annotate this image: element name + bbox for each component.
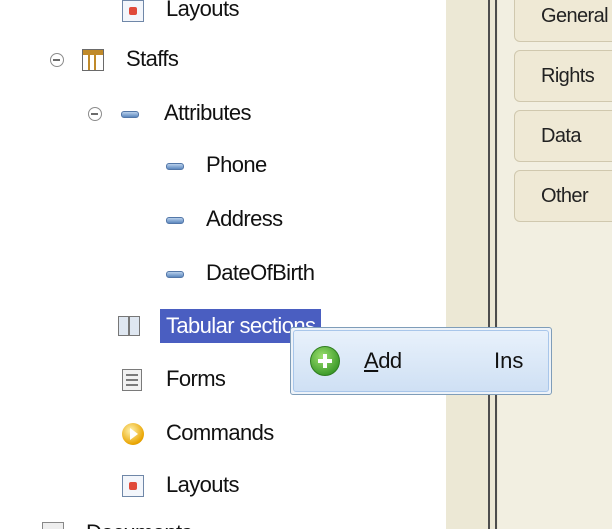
context-menu: Add Ins xyxy=(290,327,552,395)
splitter-line xyxy=(495,0,497,529)
menu-item-label: Add xyxy=(364,348,402,374)
tree-item-label: Attributes xyxy=(164,100,252,125)
attribute-icon xyxy=(166,163,184,170)
menu-item-shortcut: Ins xyxy=(494,348,524,373)
tree-item-layouts[interactable]: Layouts xyxy=(122,466,322,506)
attribute-icon xyxy=(121,111,139,118)
tree-item-staffs[interactable]: Staffs xyxy=(50,40,350,80)
tree-item-dateofbirth[interactable]: DateOfBirth xyxy=(166,254,386,294)
tab-other[interactable]: Other xyxy=(514,170,612,222)
tab-label: General xyxy=(541,4,609,27)
menu-item-mnemonic: A xyxy=(364,348,379,373)
menu-item-label-rest: dd xyxy=(378,348,402,373)
add-icon xyxy=(310,346,340,376)
tab-rights[interactable]: Rights xyxy=(514,50,612,102)
catalog-icon xyxy=(82,49,104,71)
tree-item-label: Layouts xyxy=(166,0,239,21)
layout-icon xyxy=(122,0,144,22)
tab-label: Data xyxy=(541,124,581,147)
panel-splitter[interactable] xyxy=(446,0,498,529)
attribute-icon xyxy=(166,217,184,224)
tabular-section-icon xyxy=(118,316,140,336)
properties-panel: General Rights Data Other xyxy=(498,0,612,529)
metadata-tree: Layouts Staffs Attributes Phone Address … xyxy=(0,0,446,529)
tab-general[interactable]: General xyxy=(514,0,612,42)
layout-icon xyxy=(122,475,144,497)
tree-item-label: Commands xyxy=(166,420,274,445)
form-icon xyxy=(122,369,142,391)
tree-item-label: Layouts xyxy=(166,472,239,497)
tree-item-label: Documents xyxy=(86,520,192,529)
tab-data[interactable]: Data xyxy=(514,110,612,162)
tree-item-label: Forms xyxy=(166,366,226,391)
command-icon xyxy=(122,423,144,445)
document-icon xyxy=(42,522,64,529)
tree-item-attributes[interactable]: Attributes xyxy=(88,94,388,134)
splitter-line xyxy=(488,0,490,529)
tree-item-label: DateOfBirth xyxy=(206,260,315,285)
tree-item-address[interactable]: Address xyxy=(166,200,366,240)
tree-item-label: Address xyxy=(206,206,283,231)
tree-item-forms[interactable]: Forms xyxy=(122,360,302,400)
tab-label: Other xyxy=(541,184,589,207)
collapse-toggle-icon[interactable] xyxy=(50,53,64,67)
attribute-icon xyxy=(166,271,184,278)
tab-label: Rights xyxy=(541,64,595,87)
tree-item-phone[interactable]: Phone xyxy=(166,146,366,186)
tree-item-label: Phone xyxy=(206,152,267,177)
collapse-toggle-icon[interactable] xyxy=(88,107,102,121)
tree-item-documents[interactable]: Documents xyxy=(10,512,250,529)
tree-item-label: Staffs xyxy=(126,46,179,71)
tree-item-commands[interactable]: Commands xyxy=(122,414,322,454)
menu-item-add[interactable]: Add Ins xyxy=(293,330,549,392)
